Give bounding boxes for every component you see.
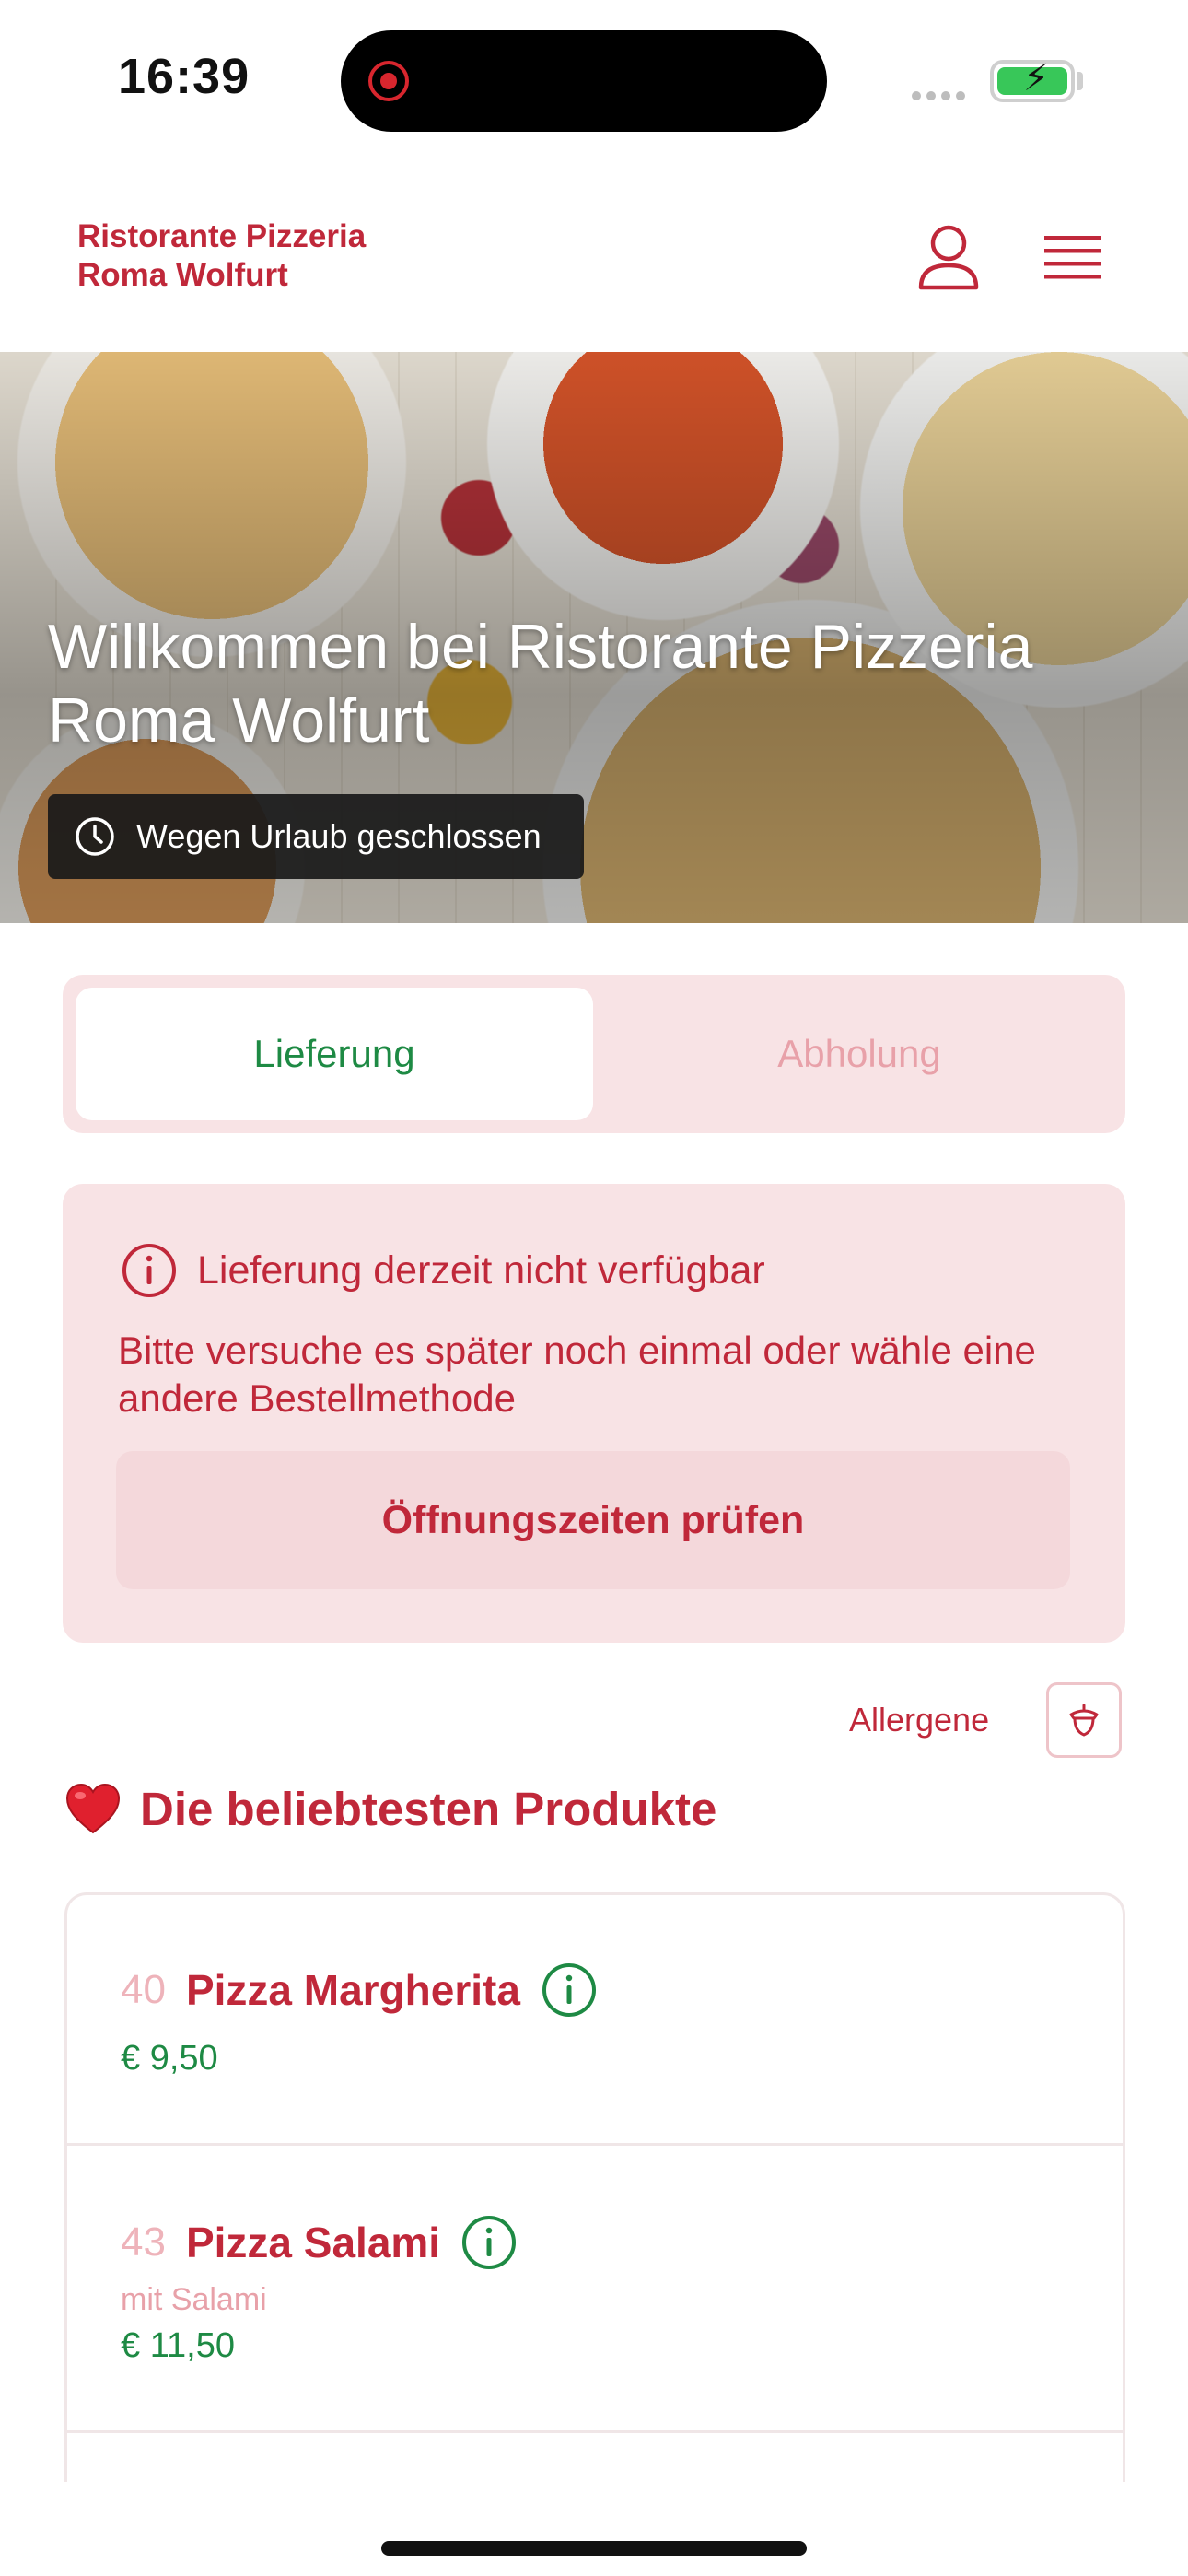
popular-products-heading: Die beliebtesten Produkte [64,1782,716,1836]
hero-title: Willkommen bei Ristorante Pizzeria Roma … [48,612,1033,755]
list-item[interactable] [67,2433,1123,2482]
product-info-icon[interactable] [460,2214,518,2271]
signal-icon [912,88,971,100]
product-name: Pizza Margherita [185,1966,520,2014]
alert-header: Lieferung derzeit nicht verfügbar [120,1241,765,1300]
home-indicator[interactable] [381,2541,807,2556]
tab-lieferung[interactable]: Lieferung [76,988,593,1120]
list-item[interactable]: 40 Pizza Margherita € 9,50 [67,1895,1123,2146]
clock-icon [76,817,114,856]
allergen-acorn-icon [1069,1704,1099,1737]
allergene-button[interactable] [1046,1682,1122,1758]
status-bar: 16:39 ⚡ [0,0,1188,157]
product-list: 40 Pizza Margherita € 9,50 43 Pizza Sala… [64,1892,1125,2482]
alert-title: Lieferung derzeit nicht verfügbar [197,1247,765,1293]
product-info-icon[interactable] [541,1961,598,2019]
recording-indicator-icon [368,61,409,101]
product-header: 40 Pizza Margherita [121,1961,598,2019]
product-price: € 9,50 [121,2039,218,2078]
product-number: 40 [121,1967,166,2012]
dynamic-island [341,30,827,132]
status-badge: Wegen Urlaub geschlossen [48,794,584,879]
app-header: Ristorante Pizzeria Roma Wolfurt [0,184,1188,350]
hamburger-menu-icon[interactable] [1041,230,1105,286]
status-time: 16:39 [118,49,250,104]
delivery-unavailable-alert: Lieferung derzeit nicht verfügbar Bitte … [63,1184,1125,1643]
brand-name[interactable]: Ristorante Pizzeria Roma Wolfurt [77,217,483,295]
section-title: Die beliebtesten Produkte [140,1783,717,1835]
product-price: € 11,50 [121,2326,235,2365]
tab-abholung[interactable]: Abholung [606,988,1112,1120]
order-method-toggle: Lieferung Abholung [63,975,1125,1133]
product-number: 43 [121,2219,166,2265]
alert-message: Bitte versuche es später noch einmal ode… [118,1329,1036,1420]
heart-icon [65,1783,121,1833]
battery-cap [1077,72,1083,90]
hero-banner: Willkommen bei Ristorante Pizzeria Roma … [0,352,1188,923]
product-header: 43 Pizza Salami [121,2214,518,2271]
allergene-label[interactable]: Allergene [849,1701,989,1739]
info-icon [122,1244,176,1297]
list-item[interactable]: 43 Pizza Salami mit Salami € 11,50 [67,2146,1123,2433]
product-name: Pizza Salami [185,2219,441,2266]
product-description: mit Salami [121,2282,267,2317]
battery-icon: ⚡ [990,60,1075,102]
status-badge-label: Wegen Urlaub geschlossen [136,817,542,855]
check-opening-hours-button[interactable]: Öffnungszeiten prüfen [116,1451,1070,1589]
user-account-icon[interactable] [912,221,985,295]
